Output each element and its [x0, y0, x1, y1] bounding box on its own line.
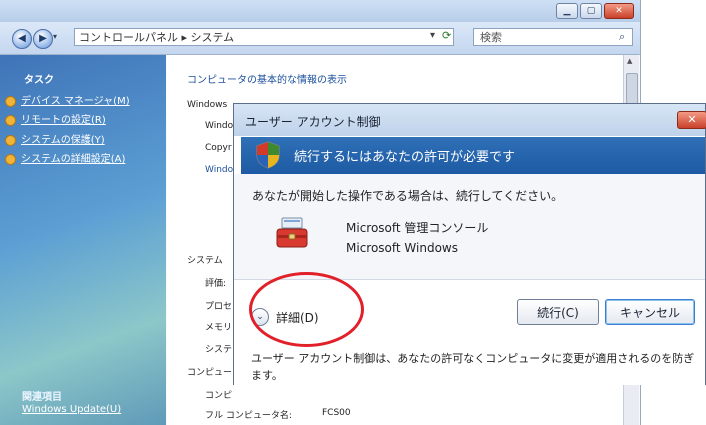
- windows-update-link[interactable]: Windows Update(U): [22, 404, 121, 415]
- back-icon[interactable]: ◀: [12, 29, 32, 49]
- windows-line: Windo: [205, 121, 234, 131]
- breadcrumb: コントロールパネル ▸ システム: [79, 31, 235, 44]
- system-row: プロセ: [205, 302, 233, 312]
- minimize-button[interactable]: ▁: [556, 3, 578, 19]
- computer-section-label: コンピュー: [187, 368, 233, 378]
- windows-line: Windo: [205, 165, 234, 175]
- related-heading: 関連項目: [22, 392, 62, 403]
- sidebar-item-protection[interactable]: システムの保護(Y): [5, 131, 105, 146]
- system-row: メモリ: [205, 323, 233, 333]
- tasks-heading: タスク: [24, 75, 54, 86]
- sidebar-item-label: デバイス マネージャ(M): [21, 96, 130, 107]
- fullname-label: フル コンピュータ名:: [205, 411, 292, 421]
- instruction-text: あなたが開始した操作である場合は、続行してください。: [252, 189, 564, 203]
- shield-icon: [5, 153, 16, 165]
- shield-icon: [5, 134, 16, 146]
- windows-line: Copyr: [205, 143, 232, 153]
- history-dropdown-icon[interactable]: ▾: [53, 32, 57, 41]
- system-row: システ: [205, 345, 233, 355]
- page-heading: コンピュータの基本的な情報の表示: [187, 75, 347, 86]
- sidebar-item-label: システムの詳細設定(A): [21, 154, 126, 165]
- banner-text: 続行するにはあなたの許可が必要です: [294, 150, 516, 165]
- forward-icon[interactable]: ▶: [33, 29, 53, 49]
- shield-icon: [5, 114, 16, 126]
- close-dialog-button[interactable]: ✕: [677, 111, 706, 129]
- shield-icon: [5, 95, 16, 107]
- address-bar[interactable]: コントロールパネル ▸ システム: [74, 28, 454, 46]
- toolbox-icon: [276, 217, 308, 248]
- dialog-body: あなたが開始した操作である場合は、続行してください。 Microsoft 管理コ…: [234, 174, 705, 279]
- sidebar-item-device-manager[interactable]: デバイス マネージャ(M): [5, 92, 130, 107]
- search-placeholder: 検索: [480, 31, 502, 44]
- program-name: Microsoft 管理コンソール: [346, 221, 489, 235]
- search-input[interactable]: 検索: [473, 28, 633, 46]
- dialog-titlebar: ユーザー アカウント制御 ✕: [234, 104, 706, 136]
- sidebar-item-remote[interactable]: リモートの設定(R): [5, 111, 106, 126]
- footer-description: ユーザー アカウント制御は、あなたの許可なくコンピュータに変更が適用されるのを防…: [251, 352, 695, 382]
- sidebar-item-advanced[interactable]: システムの詳細設定(A): [5, 150, 125, 165]
- continue-button[interactable]: 続行(C): [517, 299, 599, 325]
- sidebar-item-label: リモートの設定(R): [21, 115, 106, 126]
- refresh-icon[interactable]: ⟳: [442, 29, 451, 42]
- system-row: 評価:: [205, 279, 227, 289]
- publisher-name: Microsoft Windows: [346, 241, 458, 255]
- highlight-circle: [249, 272, 364, 347]
- warning-banner: 続行するにはあなたの許可が必要です: [241, 137, 705, 174]
- close-window-button[interactable]: ✕: [604, 3, 634, 19]
- search-icon[interactable]: ⌕: [619, 30, 625, 44]
- window-titlebar: [0, 0, 640, 22]
- scroll-up-icon[interactable]: ▲: [627, 57, 632, 65]
- cancel-button[interactable]: キャンセル: [605, 299, 695, 325]
- system-section-label: システム: [187, 256, 223, 266]
- sidebar: タスク デバイス マネージャ(M) リモートの設定(R) システムの保護(Y) …: [0, 55, 166, 425]
- dialog-title: ユーザー アカウント制御: [245, 115, 381, 129]
- computer-row: コンピ: [205, 391, 233, 401]
- windows-section-label: Windows: [187, 100, 228, 110]
- sidebar-item-label: システムの保護(Y): [21, 135, 105, 146]
- fullname-value: FCS00: [322, 408, 351, 418]
- security-shield-icon: [256, 141, 280, 169]
- address-dropdown-icon[interactable]: ▾: [430, 30, 435, 41]
- maximize-button[interactable]: ▢: [580, 3, 602, 19]
